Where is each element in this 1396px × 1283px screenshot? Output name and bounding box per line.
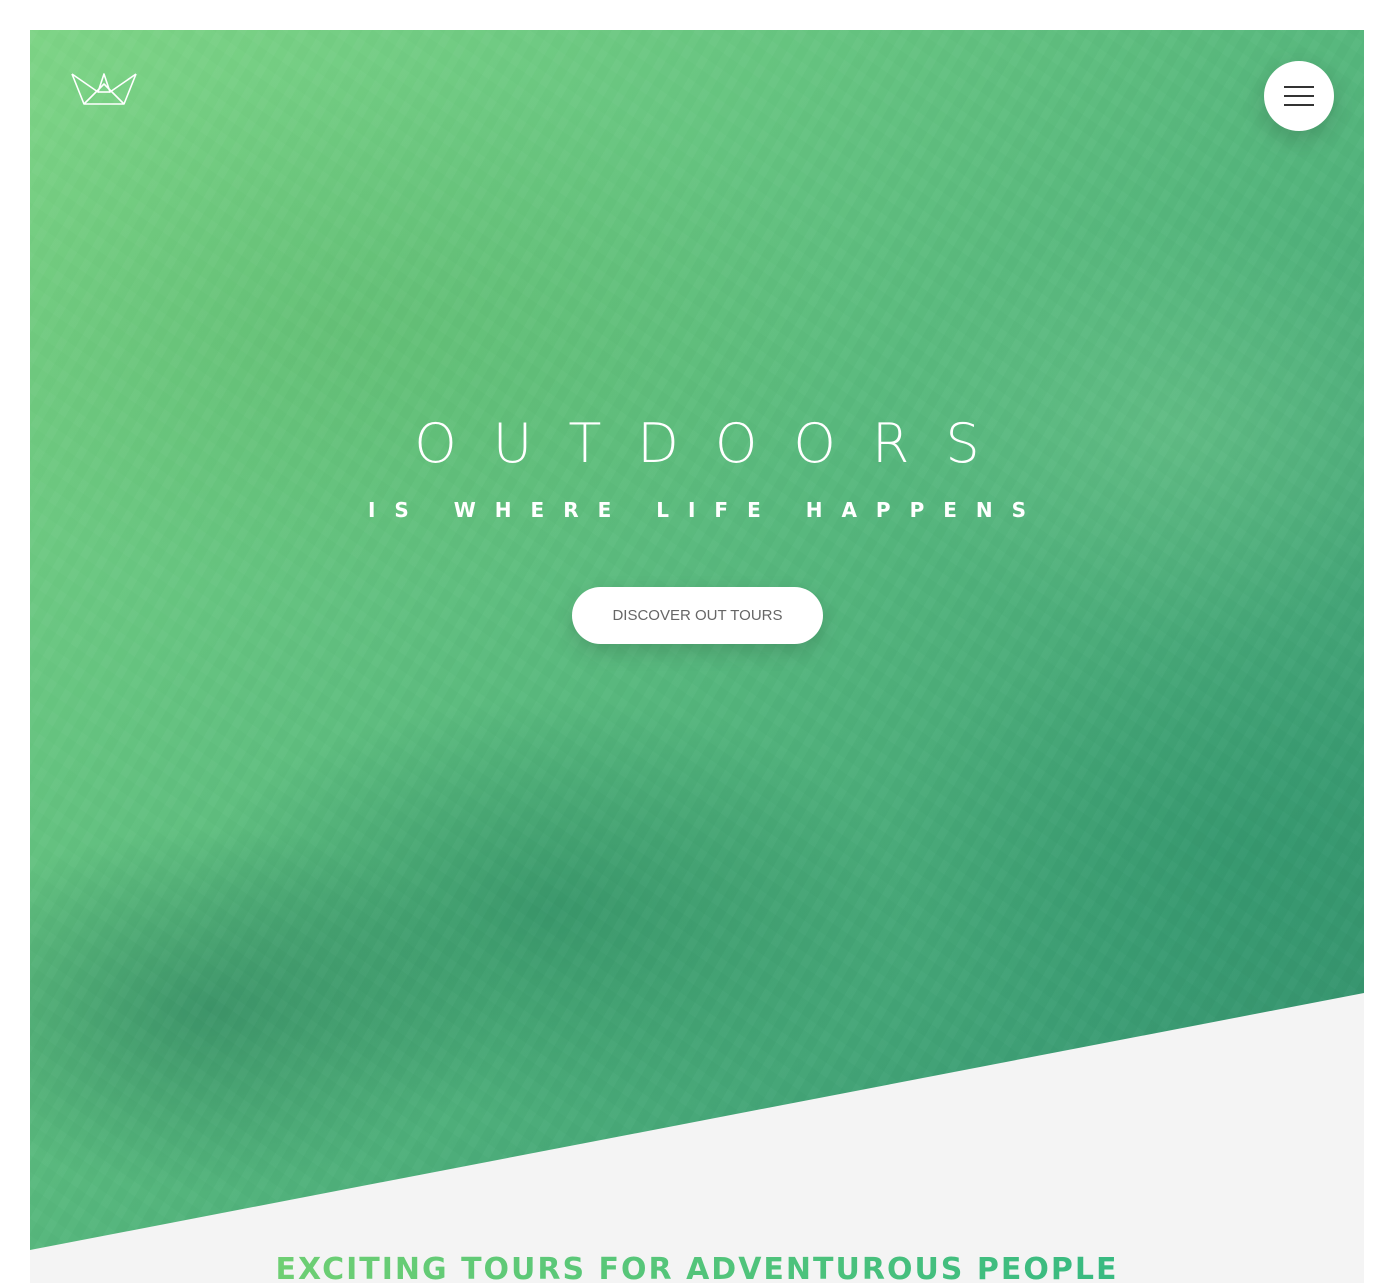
hero-title: OUTDOORS: [414, 412, 1016, 475]
page-frame: OUTDOORS IS WHERE LIFE HAPPENS DISCOVER …: [30, 30, 1364, 1283]
menu-button[interactable]: [1264, 61, 1334, 131]
crown-logo-icon[interactable]: [70, 70, 138, 106]
discover-tours-button[interactable]: DISCOVER OUT TOURS: [572, 587, 823, 644]
hamburger-menu-icon: [1284, 86, 1314, 106]
hero-header: OUTDOORS IS WHERE LIFE HAPPENS DISCOVER …: [30, 30, 1364, 1250]
hero-subtitle: IS WHERE LIFE HAPPENS: [367, 498, 1046, 522]
section-heading: EXCITING TOURS FOR ADVENTUROUS PEOPLE: [30, 1250, 1364, 1283]
